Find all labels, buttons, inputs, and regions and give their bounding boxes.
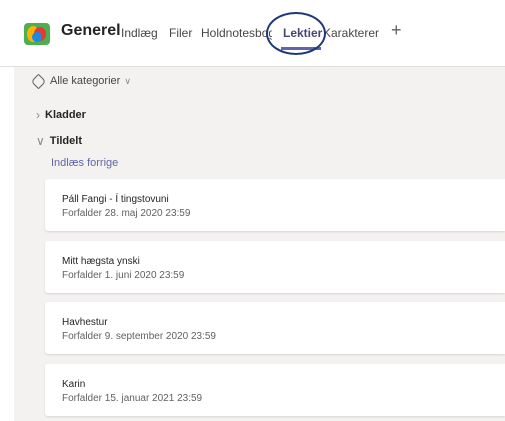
channel-header: Generel Indlæg Filer Holdnotesbog Lektie…: [0, 0, 505, 67]
chevron-down-icon: ∨: [124, 75, 131, 86]
load-previous-link[interactable]: Indlæs forrige: [51, 157, 118, 169]
section-kladder[interactable]: › Kladder: [36, 108, 86, 122]
assignment-card[interactable]: Páll Fangi - Í tingstovuni Forfalder 28.…: [45, 179, 505, 231]
category-filter[interactable]: Alle kategorier ∨: [30, 72, 131, 90]
assignment-title: Páll Fangi - Í tingstovuni: [62, 194, 169, 205]
chevron-right-icon: ›: [36, 108, 40, 122]
tab-filer[interactable]: Filer: [169, 26, 192, 40]
channel-name: Generel: [61, 22, 121, 39]
assignment-title: Havhestur: [62, 317, 108, 328]
assignment-card[interactable]: Havhestur Forfalder 9. september 2020 23…: [45, 302, 505, 354]
assignment-card[interactable]: Mitt hægsta ynski Forfalder 1. juni 2020…: [45, 241, 505, 293]
assignment-due: Forfalder 9. september 2020 23:59: [62, 331, 216, 342]
tag-icon: [30, 73, 47, 89]
assignment-due: Forfalder 28. maj 2020 23:59: [62, 208, 191, 219]
section-tildelt[interactable]: ∨ Tildelt: [36, 134, 82, 148]
section-tildelt-label: Tildelt: [49, 135, 82, 147]
assignment-due: Forfalder 1. juni 2020 23:59: [62, 270, 185, 281]
section-kladder-label: Kladder: [45, 109, 86, 121]
assignment-title: Karin: [62, 379, 86, 390]
assignment-due: Forfalder 15. januar 2021 23:59: [62, 393, 203, 404]
chevron-down-icon: ∨: [36, 134, 45, 148]
tab-karakterer[interactable]: Karakterer: [323, 26, 380, 40]
assignment-title: Mitt hægsta ynski: [62, 256, 140, 267]
add-tab-button[interactable]: +: [391, 20, 402, 41]
category-filter-label: Alle kategorier: [50, 75, 121, 87]
annotation-circle: [266, 12, 326, 55]
tab-indlaeg[interactable]: Indlæg: [121, 26, 158, 40]
assignment-card[interactable]: Karin Forfalder 15. januar 2021 23:59: [45, 364, 505, 416]
team-logo: [24, 23, 50, 45]
tab-holdnotesbog[interactable]: Holdnotesbog: [201, 26, 272, 40]
